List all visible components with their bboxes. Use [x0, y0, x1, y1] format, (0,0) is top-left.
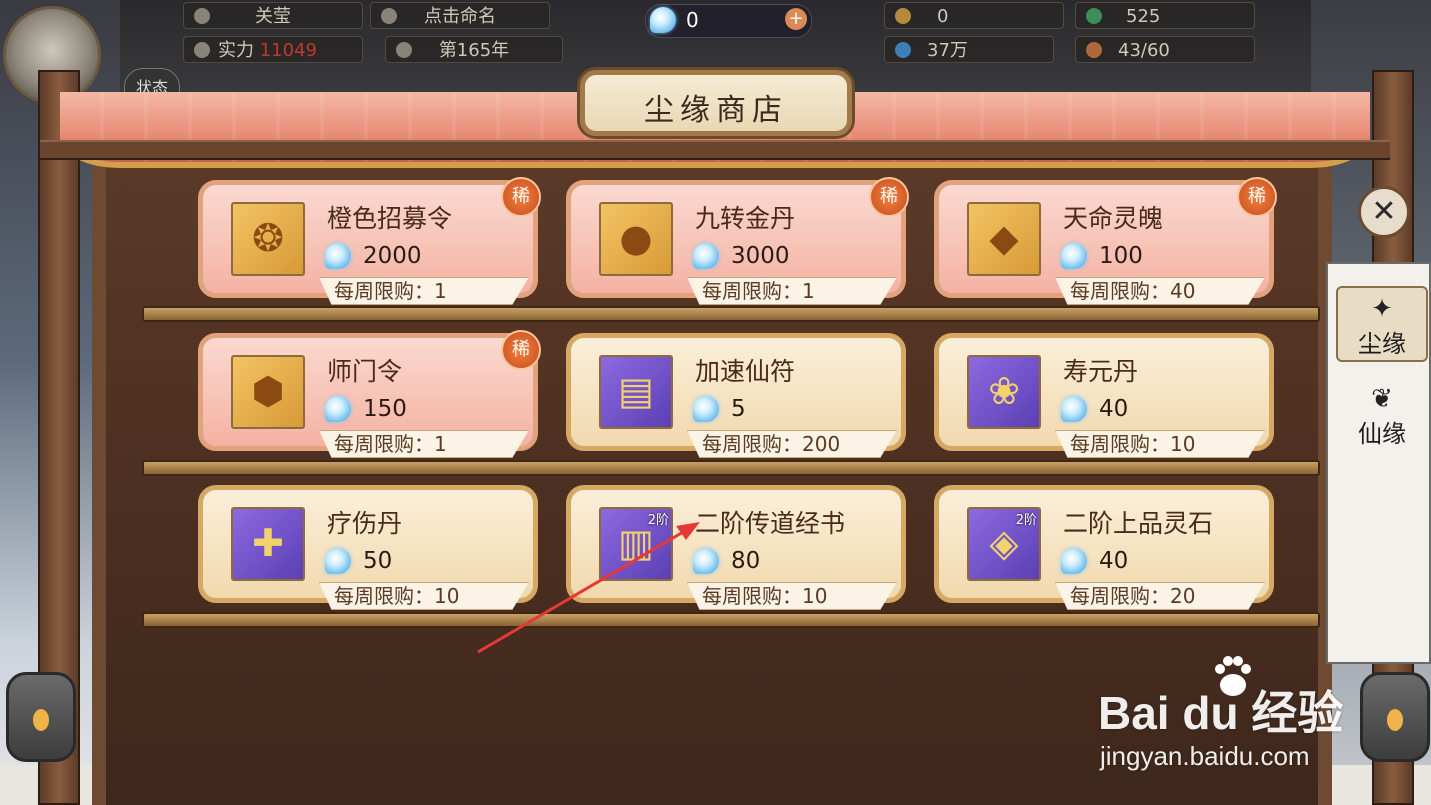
watermark-logo: Bai du 经验 [1098, 687, 1344, 739]
watermark-url: jingyan.baidu.com [1100, 741, 1310, 771]
baidu-watermark: Bai du 经验 jingyan.baidu.com [1098, 655, 1408, 775]
